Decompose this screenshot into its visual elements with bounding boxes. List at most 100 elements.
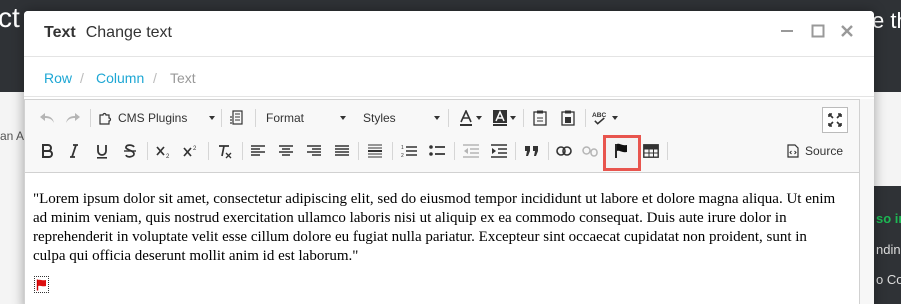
superscript-button[interactable]: 2 — [180, 140, 202, 162]
bullet-list-button[interactable] — [426, 140, 448, 162]
minimize-icon — [781, 30, 793, 32]
superscript-icon: 2 — [183, 146, 197, 157]
right-panel-line: so in — [876, 211, 901, 226]
page-heading-fragment-right: e th — [872, 8, 901, 33]
clipboard-icon — [533, 110, 547, 126]
subscript-button[interactable]: 2 — [153, 140, 175, 162]
table-button[interactable] — [640, 140, 662, 162]
chevron-down-icon — [509, 116, 516, 120]
numbered-list-icon: 12 — [401, 145, 417, 158]
text-color-button[interactable] — [457, 107, 483, 129]
modal-title-plugin: Text — [44, 24, 76, 41]
table-icon — [643, 144, 659, 158]
toolbar-separator — [208, 142, 209, 160]
svg-text:2: 2 — [166, 154, 170, 158]
close-button[interactable] — [838, 24, 856, 42]
undo-button[interactable] — [37, 107, 57, 129]
align-left-button[interactable] — [248, 140, 268, 162]
cms-plugins-label: CMS Plugins — [118, 111, 188, 125]
toolbar-separator — [548, 142, 549, 160]
toolbar-separator — [147, 142, 148, 160]
strikethrough-button[interactable] — [120, 140, 140, 162]
minimize-button[interactable] — [778, 24, 796, 42]
content-paragraph[interactable]: "Lorem ipsum dolor sit amet, consectetur… — [33, 190, 843, 266]
maximize-icon — [811, 24, 825, 38]
maximize-button[interactable] — [809, 24, 827, 42]
source-button[interactable]: Source — [782, 140, 848, 162]
styles-dropdown[interactable]: Styles — [363, 107, 440, 129]
chevron-down-icon — [340, 116, 346, 120]
remove-format-icon — [219, 144, 232, 158]
bold-button[interactable] — [37, 140, 57, 162]
toolbar-separator — [448, 109, 449, 127]
source-icon — [787, 144, 799, 158]
toolbar-separator — [90, 109, 91, 127]
text-color-icon — [459, 110, 472, 126]
page-icon — [230, 110, 243, 125]
bold-icon — [42, 144, 53, 158]
maximize-editor-button[interactable] — [822, 107, 848, 133]
rich-text-editor: CMS Plugins Format Styles ABC 2 2 1 2 So… — [24, 99, 874, 304]
horizontal-rule-icon — [368, 144, 382, 158]
outdent-button[interactable] — [460, 140, 482, 162]
strikethrough-icon — [124, 144, 136, 158]
text-plugin-modal: Text Change text Row / Column / Text CMS… — [24, 11, 874, 304]
indent-button[interactable] — [488, 140, 510, 162]
styles-label: Styles — [363, 111, 396, 125]
page-side-text-fragment: an A — [0, 129, 25, 143]
right-panel-line: ndin — [876, 242, 901, 257]
subscript-icon: 2 — [156, 146, 170, 158]
toolbar-separator — [585, 109, 586, 127]
indent-icon — [491, 144, 507, 158]
background-color-button[interactable] — [491, 107, 517, 129]
toolbar-separator — [242, 142, 243, 160]
chevron-down-icon — [475, 116, 482, 120]
spellcheck-button[interactable]: ABC — [592, 107, 618, 129]
justify-button[interactable] — [332, 140, 352, 162]
cms-plugins-dropdown[interactable]: CMS Plugins — [98, 107, 215, 129]
page-break-button[interactable] — [227, 107, 247, 129]
quote-icon — [525, 146, 538, 156]
breadcrumb-row-link[interactable]: Row — [44, 70, 72, 86]
blockquote-button[interactable] — [521, 140, 543, 162]
anchor-placeholder[interactable] — [34, 276, 49, 293]
unlink-button[interactable] — [579, 140, 601, 162]
source-label: Source — [804, 144, 844, 158]
breadcrumb-column-link[interactable]: Column — [96, 70, 144, 86]
paste-word-button[interactable] — [558, 107, 578, 129]
toolbar-separator — [358, 142, 359, 160]
svg-text:2: 2 — [401, 153, 404, 158]
horizontal-line-button[interactable] — [364, 140, 386, 162]
align-center-button[interactable] — [276, 140, 296, 162]
link-button[interactable] — [553, 140, 575, 162]
right-panel-line: o Co — [876, 272, 901, 287]
italic-button[interactable] — [64, 140, 84, 162]
chevron-down-icon — [612, 116, 618, 120]
breadcrumb: Row / Column / Text — [24, 57, 874, 97]
close-icon — [841, 25, 853, 37]
page-heading-fragment: ct — [0, 2, 20, 33]
justify-icon — [335, 145, 349, 156]
underline-button[interactable] — [92, 140, 112, 162]
fullscreen-icon — [828, 113, 842, 127]
editor-frame: CMS Plugins Format Styles ABC 2 2 1 2 So… — [24, 99, 860, 304]
paste-text-button[interactable] — [530, 107, 550, 129]
link-icon — [556, 146, 572, 156]
breadcrumb-current: Text — [170, 70, 196, 86]
redo-icon — [66, 113, 80, 123]
align-center-icon — [279, 145, 293, 156]
numbered-list-button[interactable]: 12 — [398, 140, 420, 162]
italic-icon — [70, 144, 78, 158]
unlink-icon — [582, 146, 598, 157]
align-right-icon — [307, 145, 321, 156]
remove-format-button[interactable] — [214, 140, 236, 162]
align-right-button[interactable] — [304, 140, 324, 162]
anchor-button[interactable] — [610, 140, 632, 162]
modal-title-action: Change text — [85, 24, 172, 41]
editor-content[interactable]: "Lorem ipsum dolor sit amet, consectetur… — [33, 190, 843, 266]
redo-button[interactable] — [63, 107, 83, 129]
format-dropdown[interactable]: Format — [266, 107, 346, 129]
toolbar-separator — [255, 109, 256, 127]
puzzle-icon — [99, 112, 112, 125]
breadcrumb-separator: / — [80, 70, 84, 86]
